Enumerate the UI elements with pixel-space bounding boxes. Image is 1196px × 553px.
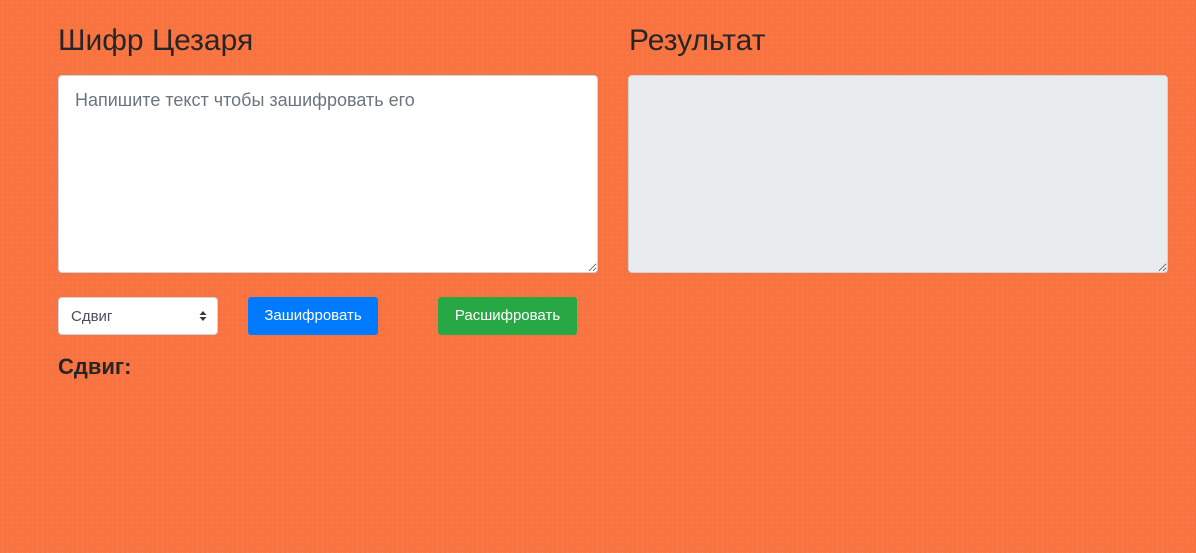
result-output[interactable] — [628, 75, 1168, 273]
plaintext-input[interactable] — [58, 75, 598, 273]
decrypt-button[interactable]: Расшифровать — [438, 297, 577, 335]
encrypt-button[interactable]: Зашифровать — [248, 297, 378, 335]
sort-arrows-icon — [199, 311, 207, 321]
shift-select[interactable]: Сдвиг — [58, 297, 218, 335]
shift-display-label: Сдвиг: — [58, 354, 132, 379]
result-title: Результат — [629, 24, 766, 57]
cipher-title: Шифр Цезаря — [58, 24, 254, 57]
shift-select-value: Сдвиг — [71, 308, 113, 325]
